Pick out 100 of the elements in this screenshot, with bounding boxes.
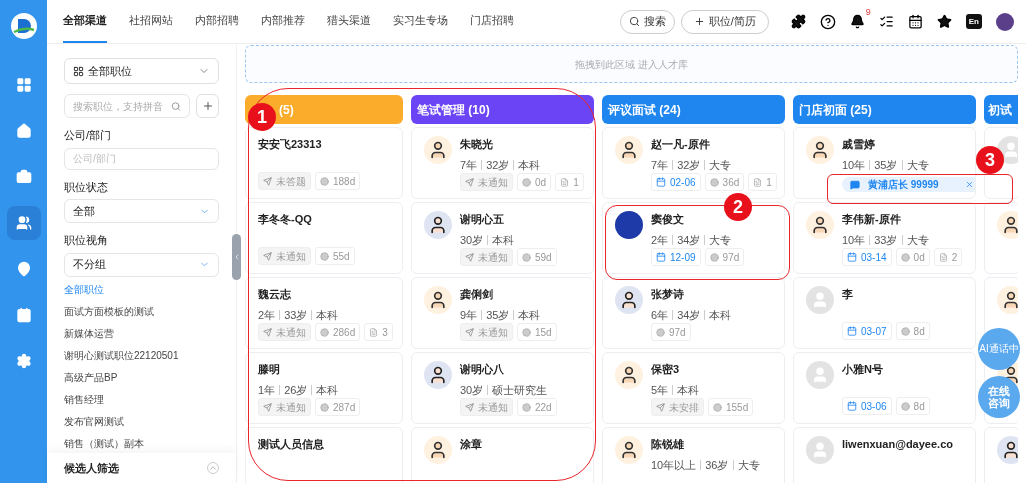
field-label: 职位状态 [64,179,109,195]
candidate-info: 10年 [842,232,866,248]
candidate-info: 36岁 [705,457,729,473]
candidate-info: 本科 [316,307,339,323]
step-number-overlay: 3 [976,146,1004,174]
days-count: 97d [669,325,686,340]
candidate-name: 保密3 [651,362,681,377]
days-count: 36d [722,175,740,190]
candidate-name: liwenxuan@dayee.co [842,437,954,452]
candidate-info: 35岁 [486,307,510,323]
candidate-info: 2年 [651,232,669,248]
candidate-info: 10年 [842,157,866,173]
document-count: 1 [766,175,772,190]
column-title: (5) [279,101,294,119]
candidate-name: 陈锐雄 [651,437,685,452]
candidate-name: 魏云志 [258,287,292,302]
candidate-info: 本科 [492,232,515,248]
candidate-info: 1年 [258,382,276,398]
candidate-info: 本科 [316,382,339,398]
days-count: 286d [333,325,356,340]
candidate-name: 龚俐剑 [460,287,494,302]
field-label: 职位视角 [64,233,109,248]
candidate-info: 32岁 [677,157,701,173]
candidate-info: 硕士研究生 [492,382,548,398]
candidate-name: 涂章 [460,437,483,452]
notice-status: 未通知 [276,249,306,264]
candidate-info: 30岁 [460,232,484,248]
candidate-info: 26岁 [284,382,308,398]
days-count: 287d [333,400,356,415]
candidate-info: 本科 [518,307,541,323]
filter-title: 候选人筛选 [64,460,119,476]
column-title: 评议面试 (24) [608,101,681,119]
candidate-info: 7年 [651,157,669,173]
candidate-name: 谢明心五 [460,212,505,227]
notice-status: 未通知 [478,175,508,190]
notice-status: 未答题 [276,174,306,189]
notice-status: 未安排 [669,400,699,415]
candidate-info: 本科 [709,307,732,323]
store-label: 黄浦店长 99999 [868,178,939,192]
field-label: 公司/部门 [64,128,113,143]
document-count: 1 [573,175,579,190]
candidate-name: 测试人员信息 [258,437,325,452]
column-title: 初试 [988,101,1012,119]
notice-status: 未通知 [276,325,306,340]
days-count: 59d [535,250,552,265]
candidate-name: 小雅N号 [842,362,884,377]
candidate-name: 李 [842,287,854,302]
notice-status: 未通知 [478,325,508,340]
document-count: 3 [382,325,388,340]
candidate-info: 30岁 [460,382,484,398]
interview-date: 03-06 [861,399,887,414]
candidate-name: 朱晓光 [460,137,494,152]
days-count: 15d [535,325,552,340]
days-count: 0d [913,250,925,265]
days-count: 55d [333,249,350,264]
candidate-info: 大专 [709,157,732,173]
days-count: 97d [722,250,740,265]
candidate-info: 32岁 [486,157,510,173]
candidate-name: 李伟新-原件 [842,212,902,227]
candidate-info: 9年 [460,307,478,323]
candidate-info: 大专 [906,157,929,173]
candidate-info: 大专 [737,457,760,473]
candidate-info: 大专 [709,232,732,248]
candidate-info: 7年 [460,157,478,173]
days-count: 188d [333,174,356,189]
notice-status: 未通知 [276,400,306,415]
candidate-info: 本科 [677,382,700,398]
candidate-info: 33岁 [874,232,898,248]
candidate-name: 李冬冬-QQ [258,212,313,227]
candidate-info: 大专 [906,232,929,248]
days-count: 155d [726,400,749,415]
document-count: 2 [951,250,958,265]
candidate-name: 戚雪婷 [842,137,876,152]
candidate-name: 谢明心八 [460,362,505,377]
candidate-info: 34岁 [677,232,701,248]
candidate-name: 张梦诗 [651,287,685,302]
days-count: 8d [913,324,925,339]
notification-count: 9 [865,6,871,19]
candidate-info: 35岁 [874,157,898,173]
interview-date: 12-09 [670,250,696,265]
candidate-name: 窦俊文 [651,212,685,227]
days-count: 8d [913,399,925,414]
candidate-info: 34岁 [677,307,701,323]
days-count: 0d [535,175,547,190]
drop-zone-hint: 拖拽到此区域 进入人才库 [575,57,688,72]
candidate-name: 滕明 [258,362,281,377]
notice-status: 未通知 [478,250,508,265]
candidate-info: 6年 [651,307,669,323]
candidate-info: 5年 [651,382,669,398]
interview-date: 02-06 [670,175,696,190]
column-title: 门店初面 (25) [799,101,872,119]
candidate-info: 2年 [258,307,276,323]
days-count: 22d [535,400,552,415]
candidate-name: 安安飞23313 [258,137,323,152]
candidate-name: 赵一凡-原件 [651,137,711,152]
candidate-info: 10年以上 [651,457,697,473]
column-title: 笔试管理 (10) [417,101,490,119]
candidate-info: 33岁 [284,307,308,323]
candidate-info: 本科 [518,157,541,173]
interview-date: 03-14 [861,250,887,265]
